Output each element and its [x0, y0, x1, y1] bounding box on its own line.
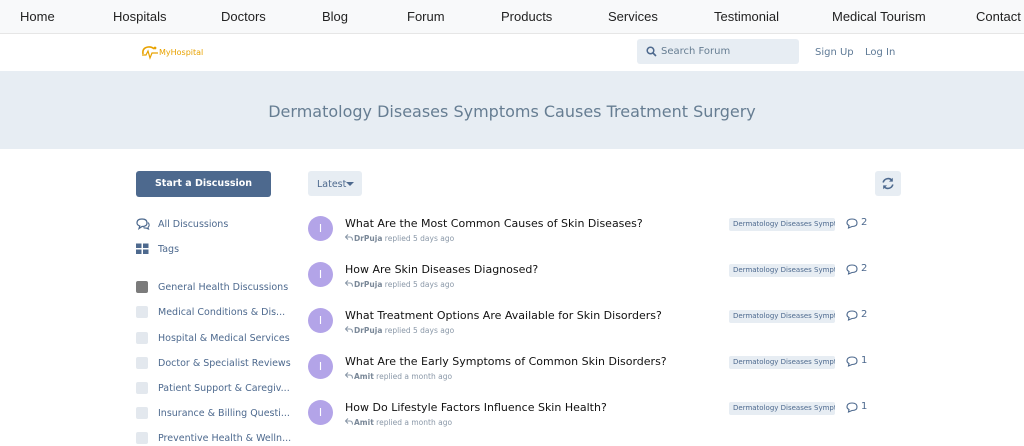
discussion-meta: DrPuja replied 5 days ago: [345, 234, 454, 243]
sidebar-tag-label: Medical Conditions & Dis...: [158, 307, 286, 318]
search-icon: [646, 46, 657, 57]
sidebar-tag-label: Insurance & Billing Questi...: [158, 408, 290, 419]
discussion-time: replied 5 days ago: [384, 234, 455, 243]
avatar[interactable]: I: [308, 308, 333, 333]
tag-badge[interactable]: Dermatology Diseases Symptoms: [729, 264, 835, 277]
page-title: Dermatology Diseases Symptoms Causes Tre…: [268, 102, 756, 121]
tag-color-swatch: [136, 382, 148, 394]
discussion-meta: DrPuja replied 5 days ago: [345, 280, 454, 289]
comment-icon: [846, 218, 858, 229]
tag-color-swatch: [136, 332, 148, 344]
reply-count-value: 2: [861, 217, 868, 228]
forum-header: MyHospital Sign Up Log In: [0, 34, 1024, 71]
caret-down-icon: [346, 182, 354, 186]
reply-count-value: 1: [861, 355, 868, 366]
discussion-row[interactable]: I How Are Skin Diseases Diagnosed? DrPuj…: [308, 262, 908, 302]
reply-count-value: 2: [861, 263, 868, 274]
nav-forum[interactable]: Forum: [407, 9, 445, 24]
sidebar-tag-label: Preventive Health & Welln...: [158, 433, 292, 444]
comment-icon: [846, 356, 858, 367]
sidebar-tag-label: General Health Discussions: [158, 282, 289, 293]
sort-dropdown[interactable]: Latest: [308, 171, 362, 196]
tag-badge[interactable]: Dermatology Diseases Symptoms: [729, 402, 835, 415]
search-input[interactable]: [661, 39, 795, 64]
nav-blog[interactable]: Blog: [322, 9, 348, 24]
tag-color-swatch: [136, 407, 148, 419]
discussion-meta: DrPuja replied 5 days ago: [345, 326, 454, 335]
sidebar-tag-label: Hospital & Medical Services: [158, 333, 290, 344]
reply-count-value: 1: [861, 401, 868, 412]
discussion-meta: Amit replied a month ago: [345, 418, 452, 427]
refresh-icon: [882, 177, 894, 190]
nav-products[interactable]: Products: [501, 9, 552, 24]
discussion-title[interactable]: What Treatment Options Are Available for…: [345, 309, 662, 322]
tag-badge[interactable]: Dermatology Diseases Symptoms: [729, 310, 835, 323]
nav-contact[interactable]: Contact: [976, 9, 1021, 24]
avatar[interactable]: I: [308, 354, 333, 379]
nav-medical-tourism[interactable]: Medical Tourism: [832, 9, 926, 24]
reply-icon: [345, 418, 353, 425]
nav-testimonial[interactable]: Testimonial: [714, 9, 779, 24]
sidebar-item-label: All Discussions: [158, 219, 229, 230]
site-logo[interactable]: MyHospital: [141, 45, 211, 61]
discussion-row[interactable]: I What Are the Early Symptoms of Common …: [308, 354, 908, 394]
top-navigation: Home Hospitals Doctors Blog Forum Produc…: [0, 0, 1024, 34]
comments-icon: [136, 218, 150, 230]
discussion-user[interactable]: DrPuja: [354, 280, 382, 289]
tag-hero: Dermatology Diseases Symptoms Causes Tre…: [0, 71, 1024, 149]
tag-color-swatch: [136, 432, 148, 444]
search-box[interactable]: [637, 39, 799, 64]
avatar[interactable]: I: [308, 262, 333, 287]
nav-home[interactable]: Home: [20, 9, 55, 24]
logo-text: MyHospital: [159, 48, 204, 57]
discussion-user[interactable]: Amit: [354, 372, 374, 381]
tag-color-swatch: [136, 357, 148, 369]
log-in-link[interactable]: Log In: [865, 47, 895, 58]
comment-icon: [846, 264, 858, 275]
discussion-row[interactable]: I What Treatment Options Are Available f…: [308, 308, 908, 348]
reply-icon: [345, 372, 353, 379]
sort-label: Latest: [317, 179, 347, 190]
comment-icon: [846, 310, 858, 321]
reply-icon: [345, 234, 353, 241]
discussion-title[interactable]: What Are the Most Common Causes of Skin …: [345, 217, 643, 230]
discussion-user[interactable]: DrPuja: [354, 326, 382, 335]
reply-count-value: 2: [861, 309, 868, 320]
tag-badge[interactable]: Dermatology Diseases Symptoms: [729, 218, 835, 231]
discussion-meta: Amit replied a month ago: [345, 372, 452, 381]
sidebar-tag-label: Doctor & Specialist Reviews: [158, 358, 291, 369]
tag-badge[interactable]: Dermatology Diseases Symptoms: [729, 356, 835, 369]
discussion-title[interactable]: What Are the Early Symptoms of Common Sk…: [345, 355, 667, 368]
start-discussion-button[interactable]: Start a Discussion: [136, 171, 271, 197]
nav-services[interactable]: Services: [608, 9, 658, 24]
discussion-time: replied 5 days ago: [384, 326, 455, 335]
nav-hospitals[interactable]: Hospitals: [113, 9, 166, 24]
comment-icon: [846, 402, 858, 413]
tag-color-swatch: [136, 281, 148, 293]
avatar[interactable]: I: [308, 216, 333, 241]
avatar[interactable]: I: [308, 400, 333, 425]
nav-doctors[interactable]: Doctors: [221, 9, 266, 24]
discussion-row[interactable]: I How Do Lifestyle Factors Influence Ski…: [308, 400, 908, 440]
sign-up-link[interactable]: Sign Up: [815, 47, 854, 58]
heartbeat-logo-icon: [142, 46, 158, 60]
discussion-title[interactable]: How Do Lifestyle Factors Influence Skin …: [345, 401, 607, 414]
discussion-user[interactable]: Amit: [354, 418, 374, 427]
discussion-time: replied a month ago: [376, 418, 453, 427]
discussion-time: replied 5 days ago: [384, 280, 455, 289]
sidebar-tag-label: Patient Support & Caregiv...: [158, 383, 290, 394]
refresh-button[interactable]: [875, 171, 901, 196]
reply-icon: [345, 326, 353, 333]
reply-icon: [345, 280, 353, 287]
discussion-time: replied a month ago: [376, 372, 453, 381]
tag-color-swatch: [136, 306, 148, 318]
discussion-user[interactable]: DrPuja: [354, 234, 382, 243]
discussion-title[interactable]: How Are Skin Diseases Diagnosed?: [345, 263, 538, 276]
sidebar-item-label: Tags: [158, 244, 180, 255]
tags-grid-icon: [136, 243, 149, 254]
discussion-row[interactable]: I What Are the Most Common Causes of Ski…: [308, 216, 908, 256]
